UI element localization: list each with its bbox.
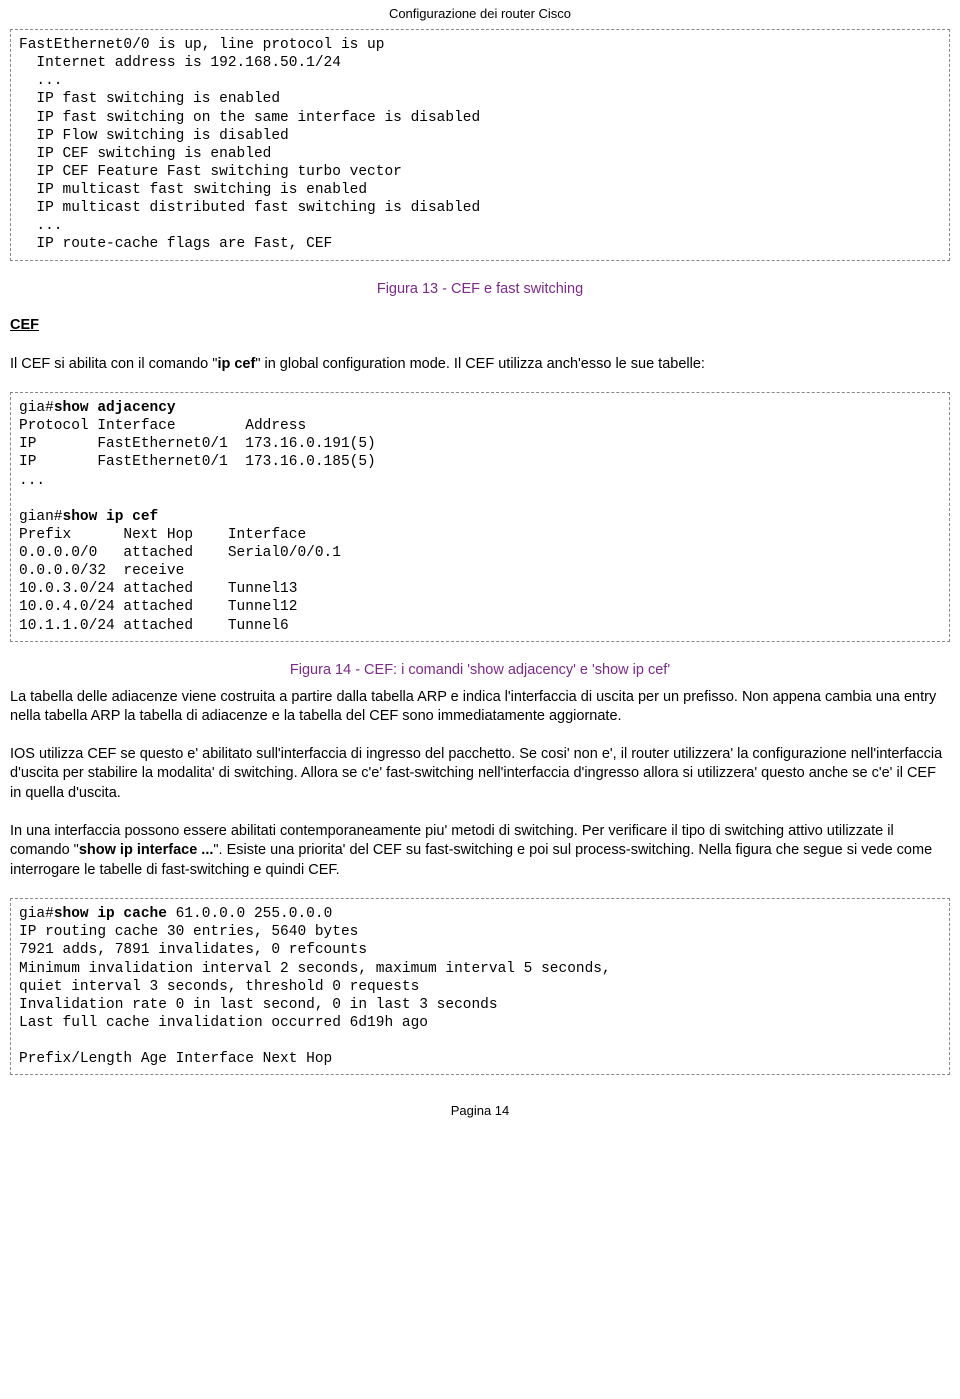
code-line: 7921 adds, 7891 invalidates, 0 refcounts bbox=[19, 942, 367, 958]
code-command: show ip cef bbox=[63, 509, 159, 525]
code-line: ... bbox=[19, 73, 63, 89]
code-prompt: gian# bbox=[19, 509, 63, 525]
code-line: ... bbox=[19, 218, 63, 234]
code-line: IP FastEthernet0/1 173.16.0.185(5) bbox=[19, 454, 376, 470]
text: " in global configuration mode. Il CEF u… bbox=[255, 356, 705, 372]
figure-caption-13: Figura 13 - CEF e fast switching bbox=[10, 281, 950, 297]
code-line: IP fast switching on the same interface … bbox=[19, 110, 480, 126]
code-line: Minimum invalidation interval 2 seconds,… bbox=[19, 961, 611, 977]
command-show-ip-interface: show ip interface ... bbox=[79, 842, 214, 858]
code-command: show ip cache bbox=[54, 906, 167, 922]
code-line: Last full cache invalidation occurred 6d… bbox=[19, 1015, 428, 1031]
code-block-3: gia#show ip cache 61.0.0.0 255.0.0.0 IP … bbox=[10, 898, 950, 1075]
paragraph-1: Il CEF si abilita con il comando "ip cef… bbox=[10, 355, 950, 375]
code-prompt: gia# bbox=[19, 906, 54, 922]
code-line: IP multicast fast switching is enabled bbox=[19, 182, 367, 198]
code-line: IP FastEthernet0/1 173.16.0.191(5) bbox=[19, 436, 376, 452]
paragraph-4: In una interfaccia possono essere abilit… bbox=[10, 822, 950, 881]
code-line: Invalidation rate 0 in last second, 0 in… bbox=[19, 997, 498, 1013]
code-line: 0.0.0.0/0 attached Serial0/0/0.1 bbox=[19, 545, 341, 561]
code-args: 61.0.0.0 255.0.0.0 bbox=[167, 906, 332, 922]
code-line: IP fast switching is enabled bbox=[19, 91, 280, 107]
page-footer: Pagina 14 bbox=[0, 1085, 960, 1126]
code-line: Protocol Interface Address bbox=[19, 418, 306, 434]
code-line: Prefix/Length Age Interface Next Hop bbox=[19, 1051, 332, 1067]
code-line: FastEthernet0/0 is up, line protocol is … bbox=[19, 37, 384, 53]
code-line: ... bbox=[19, 473, 45, 489]
command-ip-cef: ip cef bbox=[217, 356, 255, 372]
code-line: quiet interval 3 seconds, threshold 0 re… bbox=[19, 979, 419, 995]
code-line: IP Flow switching is disabled bbox=[19, 128, 289, 144]
code-line: 0.0.0.0/32 receive bbox=[19, 563, 184, 579]
code-block-1: FastEthernet0/0 is up, line protocol is … bbox=[10, 29, 950, 261]
code-line: IP CEF switching is enabled bbox=[19, 146, 271, 162]
paragraph-3: IOS utilizza CEF se questo e' abilitato … bbox=[10, 745, 950, 804]
code-line: Internet address is 192.168.50.1/24 bbox=[19, 55, 341, 71]
content-area: FastEthernet0/0 is up, line protocol is … bbox=[0, 29, 960, 1075]
page-header: Configurazione dei router Cisco bbox=[0, 0, 960, 25]
code-line: IP route-cache flags are Fast, CEF bbox=[19, 236, 332, 252]
code-prompt: gia# bbox=[19, 400, 54, 416]
figure-caption-14: Figura 14 - CEF: i comandi 'show adjacen… bbox=[10, 662, 950, 678]
code-line: 10.1.1.0/24 attached Tunnel6 bbox=[19, 618, 289, 634]
code-line: IP CEF Feature Fast switching turbo vect… bbox=[19, 164, 402, 180]
code-block-2: gia#show adjacency Protocol Interface Ad… bbox=[10, 392, 950, 642]
paragraph-2: La tabella delle adiacenze viene costrui… bbox=[10, 688, 950, 727]
section-title-cef: CEF bbox=[10, 317, 950, 333]
header-title: Configurazione dei router Cisco bbox=[389, 6, 571, 21]
code-command: show adjacency bbox=[54, 400, 176, 416]
code-line: IP routing cache 30 entries, 5640 bytes bbox=[19, 924, 358, 940]
code-line: IP multicast distributed fast switching … bbox=[19, 200, 480, 216]
page-number: Pagina 14 bbox=[451, 1103, 510, 1118]
code-line: 10.0.3.0/24 attached Tunnel13 bbox=[19, 581, 297, 597]
code-line: 10.0.4.0/24 attached Tunnel12 bbox=[19, 599, 297, 615]
code-line: Prefix Next Hop Interface bbox=[19, 527, 306, 543]
text: Il CEF si abilita con il comando " bbox=[10, 356, 217, 372]
